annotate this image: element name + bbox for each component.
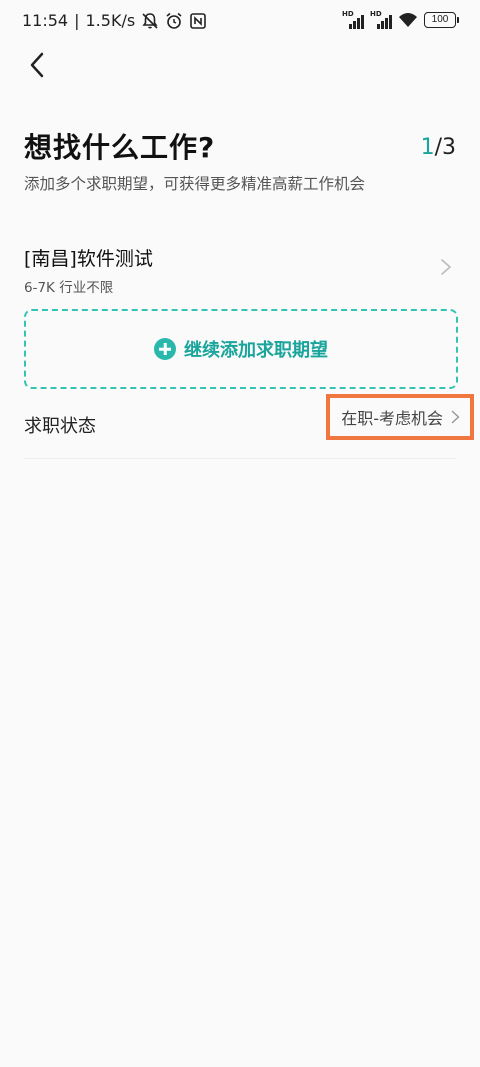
status-left: 11:54 | 1.5K/s [22,11,207,30]
status-time: 11:54 [22,11,69,30]
add-job-preference-button[interactable]: 继续添加求职期望 [24,309,458,389]
plus-circle-icon [154,338,176,360]
battery-icon: 100 [424,12,459,28]
job-preference-title: [南昌]软件测试 [24,248,153,270]
signal-icon: HD [342,11,364,29]
job-preference-item[interactable]: [南昌]软件测试 6-7K 行业不限 [24,238,456,298]
wifi-icon [398,11,418,29]
status-right: HD HD 100 [342,11,459,29]
step-current: 1 [420,135,435,160]
add-job-preference-label: 继续添加求职期望 [184,340,328,361]
status-bar: 11:54 | 1.5K/s HD HD 100 [0,0,480,42]
job-status-row[interactable]: 求职状态 在职-考虑机会 [24,394,474,448]
page-title: 想找什么工作? [24,131,216,164]
job-status-selector[interactable]: 在职-考虑机会 [326,394,474,440]
alarm-icon [165,12,183,30]
status-separator: | [74,11,80,30]
status-speed: 1.5K/s [85,11,136,30]
back-button[interactable] [22,48,56,82]
job-status-label: 求职状态 [24,416,96,437]
page-subtitle: 添加多个求职期望，可获得更多精准高薪工作机会 [24,175,366,193]
chevron-right-icon [441,259,451,275]
job-preference-desc: 6-7K 行业不限 [24,280,114,296]
chevron-left-icon [30,52,44,78]
mute-bell-icon [141,12,159,30]
step-indicator: 1/3 [421,135,456,160]
divider [24,458,456,459]
battery-level: 100 [431,14,449,25]
job-status-value: 在职-考虑机会 [341,409,443,428]
step-total: /3 [434,135,456,160]
nfc-icon [189,12,207,30]
signal-icon: HD [370,11,392,29]
chevron-right-icon [451,410,460,424]
